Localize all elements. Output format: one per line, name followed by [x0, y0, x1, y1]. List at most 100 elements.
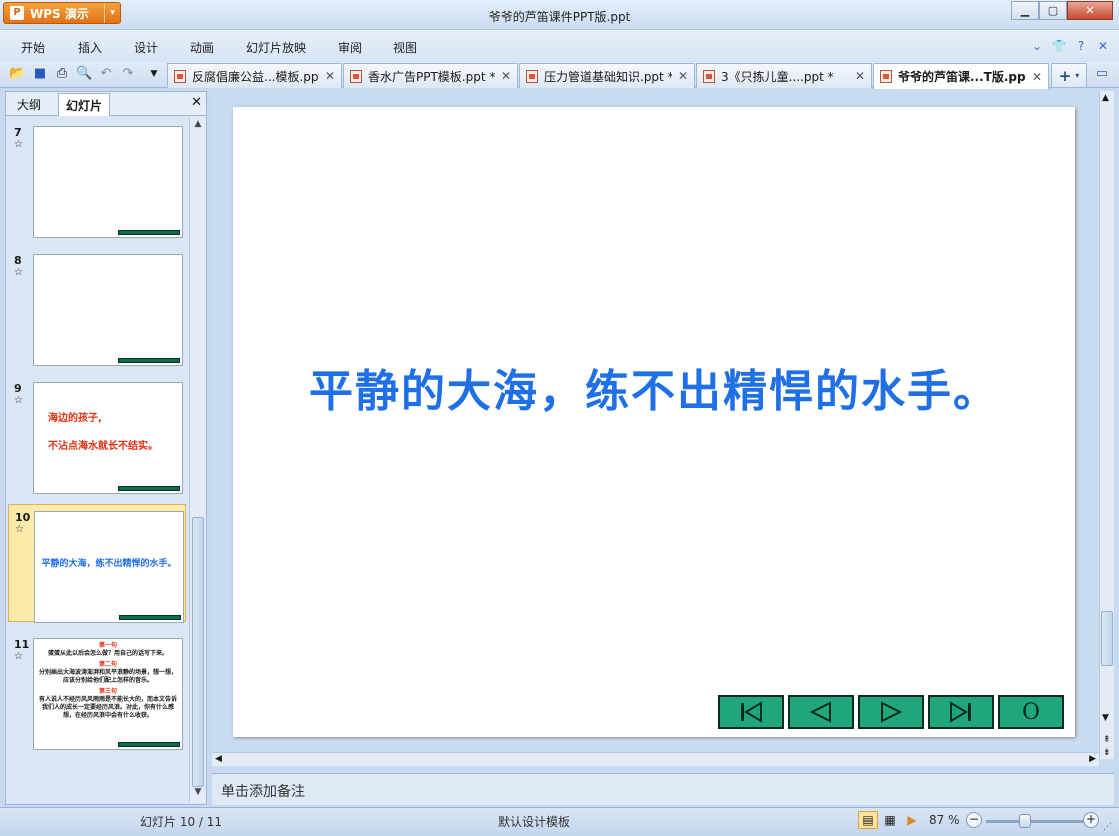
nav-strip	[118, 230, 180, 235]
tab-slides[interactable]: 幻灯片	[58, 93, 111, 116]
menu-design[interactable]: 设计	[134, 39, 158, 56]
menu-review[interactable]: 审阅	[338, 39, 362, 56]
close-ribbon-icon[interactable]: ✕	[1095, 38, 1111, 54]
slide-thumbnail-11[interactable]: 11 ☆ 第一句 蛋蛋从此以后会怎么做？用自己的话写下来。 第二句 分别画出大海…	[8, 632, 186, 750]
tab-document-3[interactable]: 压力管道基础知识.ppt * ✕	[519, 63, 695, 88]
maximize-button[interactable]: ▢	[1039, 1, 1067, 20]
save-icon[interactable]: ■	[32, 66, 48, 82]
nav-first-button[interactable]	[718, 695, 784, 729]
zoom-slider-track[interactable]	[986, 820, 1086, 823]
title-bar: P WPS 演示 ▾ 爷爷的芦笛课件PPT版.ppt ▁ ▢ ✕	[0, 0, 1119, 30]
slide-thumbnail-8[interactable]: 8 ☆	[8, 248, 186, 366]
menu-slideshow[interactable]: 幻灯片放映	[246, 39, 306, 56]
notes-placeholder[interactable]: 单击添加备注	[221, 781, 305, 801]
slide-number: 11	[14, 638, 30, 651]
slide-thumbnail-7[interactable]: 7 ☆	[8, 120, 186, 238]
editor-horizontal-scrollbar[interactable]: ◀ ▶	[212, 752, 1099, 766]
zoom-out-icon[interactable]: −	[966, 812, 982, 828]
scroll-down-icon[interactable]: ▼	[1102, 713, 1109, 723]
slide-title-text[interactable]: 平静的大海，练不出精悍的水手。	[233, 355, 1075, 419]
tab-document-2[interactable]: 香水广告PPT模板.ppt * ✕	[343, 63, 518, 88]
scroll-down-icon[interactable]: ▼	[192, 787, 204, 801]
animation-star-icon: ☆	[14, 267, 23, 278]
slide-image-waves	[33, 126, 183, 238]
notes-pane[interactable]: 单击添加备注	[212, 773, 1114, 805]
animation-star-icon: ☆	[14, 139, 23, 150]
thumbnail-scrollbar[interactable]: ▲ ▼	[189, 117, 206, 803]
scroll-thumb[interactable]	[192, 517, 204, 787]
normal-view-icon[interactable]: ▤	[858, 811, 878, 829]
zoom-slider-handle[interactable]	[1019, 814, 1031, 828]
close-pane-icon[interactable]: ✕	[191, 95, 202, 110]
slide-sorter-view-icon[interactable]: ▦	[880, 811, 900, 829]
nav-strip	[118, 486, 180, 491]
nav-return-button[interactable]: O	[998, 695, 1064, 729]
print-preview-icon[interactable]: 🔍	[76, 66, 92, 82]
close-tab-icon[interactable]: ✕	[1032, 70, 1042, 84]
prev-slide-icon	[809, 701, 831, 723]
slide-preview: 第一句 蛋蛋从此以后会怎么做？用自己的话写下来。 第二句 分别画出大海波涛澎湃和…	[33, 638, 183, 750]
close-tab-icon[interactable]: ✕	[855, 69, 865, 83]
scroll-right-icon[interactable]: ▶	[1089, 754, 1096, 764]
slide-editor: 平静的大海，练不出精悍的水手。 O ▲ ▼ ⇞ ⇟ ◀ ▶	[212, 91, 1114, 771]
chevron-down-icon[interactable]: ⌄	[1029, 38, 1045, 54]
new-tab-button[interactable]: + ▾	[1051, 63, 1087, 88]
slide-preview: 海边的孩子, 不沾点海水就长不结实。	[33, 382, 183, 494]
zoom-in-icon[interactable]: +	[1083, 812, 1099, 828]
close-tab-icon[interactable]: ✕	[325, 69, 335, 83]
thumb-paragraph: 分别画出大海波涛澎湃和风平浪静的场景，想一想，应该分别给他们配上怎样的音乐。	[39, 669, 178, 684]
undo-icon[interactable]: ↶	[98, 66, 114, 82]
open-folder-icon[interactable]: 📂	[9, 66, 25, 82]
tab-label: 压力管道基础知识.ppt *	[544, 69, 672, 84]
scroll-thumb[interactable]	[1101, 611, 1113, 666]
slide-thumbnail-9[interactable]: 9 ☆ 海边的孩子, 不沾点海水就长不结实。	[8, 376, 186, 494]
redo-icon[interactable]: ↷	[120, 66, 136, 82]
menu-home[interactable]: 开始	[21, 39, 45, 56]
scroll-left-icon[interactable]: ◀	[215, 754, 222, 764]
thumb-text: 平静的大海，练不出精悍的水手。	[41, 559, 177, 569]
nav-last-button[interactable]	[928, 695, 994, 729]
slide-thumbnails: 7 ☆ 8 ☆ 9 ☆ 海边的孩子, 不沾点海水就长不结实。 10 ☆ 平静的大…	[6, 117, 189, 803]
thumb-paragraph: 有人说人不经历风风雨雨是不能长大的，而本文告诉我们人的成长一定要经历风浪。对此，…	[39, 696, 178, 719]
skin-icon[interactable]: 👕	[1051, 38, 1067, 54]
current-slide[interactable]: 平静的大海，练不出精悍的水手。 O	[233, 107, 1075, 737]
tab-label: 香水广告PPT模板.ppt *	[368, 69, 495, 84]
slideshow-view-icon[interactable]: ▶	[902, 811, 922, 829]
tab-document-4[interactable]: 3《只拣儿童....ppt * ✕	[696, 63, 872, 88]
menu-insert[interactable]: 插入	[78, 39, 102, 56]
next-slide-icon	[881, 701, 903, 723]
tab-outline[interactable]: 大纲	[17, 96, 41, 113]
thumb-heading: 第三句	[98, 688, 117, 695]
tab-list-icon[interactable]: ▭	[1094, 66, 1110, 82]
editor-vertical-scrollbar[interactable]: ▲ ▼ ⇞ ⇟	[1099, 91, 1114, 759]
ppt-file-icon	[880, 70, 892, 83]
help-icon[interactable]: ?	[1073, 38, 1089, 54]
next-page-icon[interactable]: ⇟	[1103, 748, 1111, 758]
minimize-button[interactable]: ▁	[1011, 1, 1039, 20]
resize-grip-icon[interactable]: ⋰	[1103, 822, 1112, 832]
print-icon[interactable]: ⎙	[54, 66, 70, 82]
tab-label: 3《只拣儿童....ppt *	[721, 69, 834, 84]
scroll-up-icon[interactable]: ▲	[192, 119, 204, 133]
nav-strip	[118, 742, 180, 747]
nav-prev-button[interactable]	[788, 695, 854, 729]
last-slide-icon	[950, 701, 971, 723]
menu-bar: 开始 插入 设计 动画 幻灯片放映 审阅 视图 ⌄ 👕 ? ✕	[0, 30, 1119, 62]
prev-page-icon[interactable]: ⇞	[1103, 735, 1111, 745]
close-tab-icon[interactable]: ✕	[501, 69, 511, 83]
close-button[interactable]: ✕	[1067, 1, 1113, 20]
thumb-text-line1: 海边的孩子,	[48, 413, 102, 424]
close-tab-icon[interactable]: ✕	[678, 69, 688, 83]
slide-number: 7	[14, 126, 22, 139]
tab-document-1[interactable]: 反腐倡廉公益...模板.ppt ✕	[167, 63, 342, 88]
slide-image-splash	[33, 254, 183, 366]
slide-thumbnail-10-selected[interactable]: 10 ☆ 平静的大海，练不出精悍的水手。	[8, 504, 186, 623]
menu-animation[interactable]: 动画	[190, 39, 214, 56]
menu-view[interactable]: 视图	[393, 39, 417, 56]
zoom-level: 87 %	[929, 813, 960, 827]
nav-next-button[interactable]	[858, 695, 924, 729]
slide-number: 10	[15, 511, 31, 524]
customize-toolbar-icon[interactable]: ▼	[146, 66, 162, 82]
scroll-up-icon[interactable]: ▲	[1102, 93, 1109, 103]
tab-document-5-active[interactable]: 爷爷的芦笛课...T版.ppt ✕	[873, 63, 1049, 89]
